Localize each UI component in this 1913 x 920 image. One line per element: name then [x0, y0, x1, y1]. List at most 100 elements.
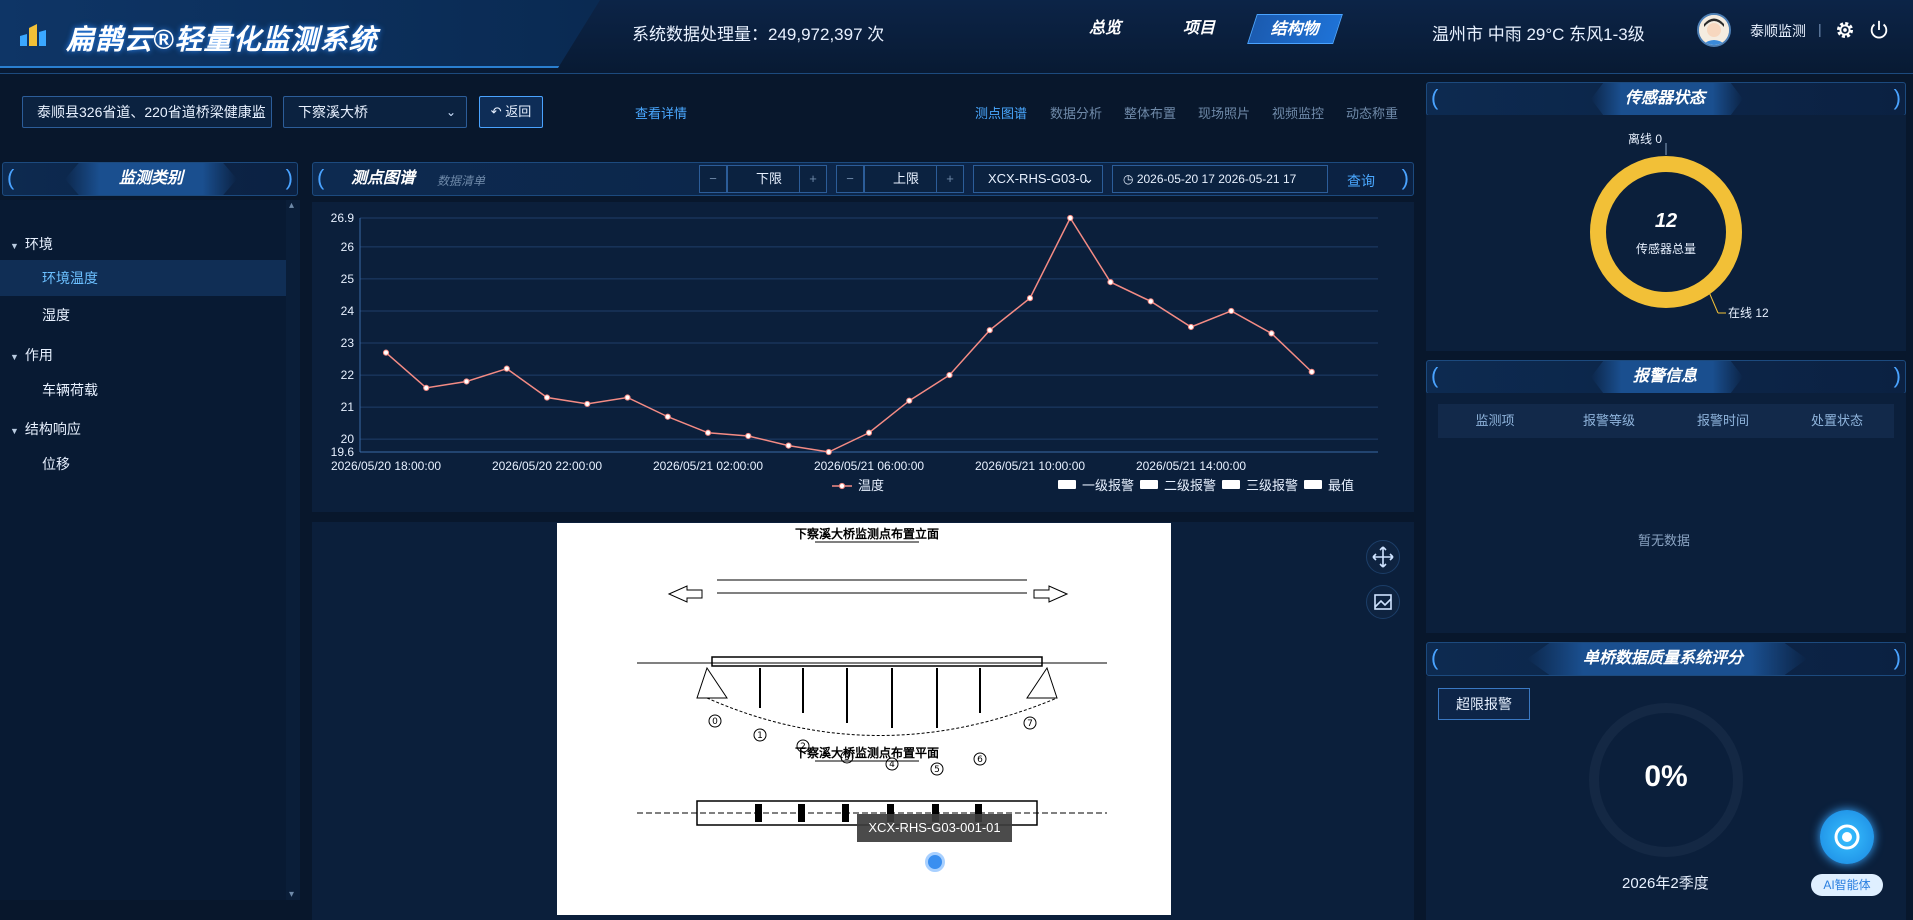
top-header: 扁鹊云®轻量化监测系统 系统数据处理量：249,972,397 次 总览 项目 … [0, 0, 1913, 74]
bracket-left-icon: ( [1431, 363, 1439, 388]
undo-icon: ↶ [490, 104, 502, 119]
sensor-select[interactable]: XCX-RHS-G03-0 ⌄ [973, 165, 1103, 193]
back-button[interactable]: ↶ 返回 [479, 96, 543, 128]
logo-icon [20, 24, 46, 46]
lower-minus-button[interactable]: − [699, 165, 727, 193]
view-detail-link[interactable]: 查看详情 [635, 103, 687, 122]
ai-assistant-button[interactable] [1820, 810, 1874, 864]
query-button[interactable]: 查询 [1347, 171, 1375, 191]
col-monitor-item: 监测项 [1475, 413, 1515, 428]
pan-button[interactable] [1366, 540, 1400, 574]
tree-group-environment[interactable]: ▼ 环境 [10, 234, 53, 254]
sensor-status-panel: 12 传感器总量 离线 0 在线 12 [1426, 115, 1906, 351]
temperature-line-chart[interactable]: 26.92625242322212019.62026/05/20 18:00:0… [312, 202, 1414, 512]
x-tick-label: 2026/05/20 18:00:00 [331, 459, 441, 473]
data-point [865, 429, 873, 436]
gear-icon[interactable] [1834, 19, 1856, 41]
data-point [946, 371, 953, 379]
lower-plus-button[interactable]: + [799, 165, 827, 193]
nav-structure[interactable]: 结构物 [1247, 14, 1343, 44]
bridge-layout-drawing[interactable]: 下察溪大桥监测点布置立面 0 1 2 3 4 5 6 7 下察溪大桥监测点布置平… [557, 523, 1171, 915]
tab-weigh-in-motion[interactable]: 动态称重 [1346, 103, 1398, 122]
caret-down-icon: ▼ [10, 352, 19, 362]
legend-label-alarm: 一级报警 [1082, 478, 1134, 493]
avatar[interactable] [1697, 13, 1731, 47]
data-point [986, 327, 993, 334]
ai-icon [1834, 824, 1860, 850]
tree-item-ambient-temperature[interactable]: 环境温度 [0, 260, 286, 296]
svg-text:7: 7 [1027, 719, 1033, 729]
data-point [543, 394, 551, 401]
caret-down-icon: ▼ [10, 241, 19, 251]
nav-project[interactable]: 项目 [1160, 14, 1238, 44]
y-tick-label: 23 [341, 336, 355, 350]
data-point [1147, 298, 1154, 305]
sidebar-scrollbar[interactable]: ▴ ▾ [286, 200, 300, 900]
data-point [664, 413, 671, 420]
sensor-marker[interactable] [925, 852, 945, 872]
sensor-status-header: ( 传感器状态 ) [1426, 82, 1906, 116]
caret-down-icon: ▼ [10, 426, 19, 436]
username[interactable]: 泰顺监测 [1750, 21, 1806, 41]
sensor-donut[interactable]: 12 传感器总量 离线 0 在线 12 [1426, 115, 1906, 351]
tab-site-photos[interactable]: 现场照片 [1198, 103, 1250, 122]
alarm-title: 报警信息 [1633, 368, 1698, 385]
data-point [1187, 323, 1195, 331]
project-select[interactable]: 泰顺县326省道、220省道桥梁健康监 ⌄ [22, 96, 272, 128]
date-range-picker[interactable]: ◷ 2026-05-20 17 2026-05-21 17 [1112, 165, 1328, 193]
tab-data-analysis[interactable]: 数据分析 [1050, 103, 1102, 122]
sensor-status-title: 传感器状态 [1625, 90, 1706, 107]
y-tick-label: 19.6 [331, 445, 355, 459]
online-count: 在线 12 [1728, 306, 1769, 320]
tree-item-vehicle-load[interactable]: 车辆荷载 [0, 372, 286, 408]
chevron-down-icon: ⌄ [250, 105, 261, 119]
legend-label-alarm: 二级报警 [1164, 478, 1216, 493]
tree-group-label: 环境 [24, 236, 53, 252]
over-limit-alarm-button[interactable]: 超限报警 [1438, 688, 1530, 720]
back-button-label: 返回 [505, 104, 532, 119]
ai-assistant-label[interactable]: AI智能体 [1811, 874, 1883, 896]
svg-text:6: 6 [977, 755, 983, 765]
bracket-right-icon: ) [285, 165, 293, 190]
bracket-left-icon: ( [317, 165, 325, 190]
bridge-select[interactable]: 下察溪大桥 ⌄ [283, 96, 467, 128]
data-point [382, 349, 390, 356]
tree-item-humidity[interactable]: 湿度 [0, 297, 286, 333]
tree-item-displacement[interactable]: 位移 [0, 446, 286, 482]
data-point [624, 394, 631, 401]
power-icon[interactable] [1868, 19, 1890, 41]
chart-panel-title[interactable]: 测点图谱 [351, 163, 415, 195]
upper-plus-button[interactable]: + [936, 165, 964, 193]
sensor-total-label: 传感器总量 [1636, 241, 1696, 256]
quality-title: 单桥数据质量系统评分 [1583, 650, 1744, 667]
data-point [906, 397, 913, 404]
tab-video[interactable]: 视频监控 [1272, 103, 1324, 122]
sensor-select-value: XCX-RHS-G03-0 [988, 171, 1087, 186]
data-point [503, 365, 510, 372]
tree-group-structural-response[interactable]: ▼ 结构响应 [10, 419, 81, 439]
bracket-left-icon: ( [1431, 85, 1439, 110]
clock-icon: ◷ [1123, 172, 1134, 186]
drawing-title-elevation: 下察溪大桥监测点布置立面 [795, 526, 939, 541]
quality-period: 2026年2季度 [1622, 875, 1709, 892]
scroll-up-icon[interactable]: ▴ [289, 200, 294, 211]
svg-text:5: 5 [934, 765, 940, 775]
scroll-down-icon[interactable]: ▾ [289, 889, 294, 900]
tree-group-action[interactable]: ▼ 作用 [10, 345, 53, 365]
image-button[interactable] [1366, 585, 1400, 619]
date-range-value: 2026-05-20 17 2026-05-21 17 [1136, 172, 1297, 186]
offline-count: 离线 0 [1628, 131, 1662, 146]
data-point [463, 378, 470, 385]
y-tick-label: 26 [341, 240, 355, 254]
temperature-series-line [385, 216, 1313, 453]
data-list-tab[interactable]: 数据清单 [437, 172, 485, 189]
alarm-header: ( 报警信息 ) [1426, 360, 1906, 394]
upper-minus-button[interactable]: − [836, 165, 864, 193]
data-point [1228, 307, 1235, 315]
bracket-right-icon: ) [1893, 645, 1901, 670]
legend-marker-temperature [838, 482, 846, 490]
nav-overview[interactable]: 总览 [1066, 14, 1144, 44]
tab-measure-point-map[interactable]: 测点图谱 [975, 103, 1027, 122]
alarm-table-header: 监测项 报警等级 报警时间 处置状态 [1438, 404, 1894, 438]
tab-layout[interactable]: 整体布置 [1124, 103, 1176, 122]
